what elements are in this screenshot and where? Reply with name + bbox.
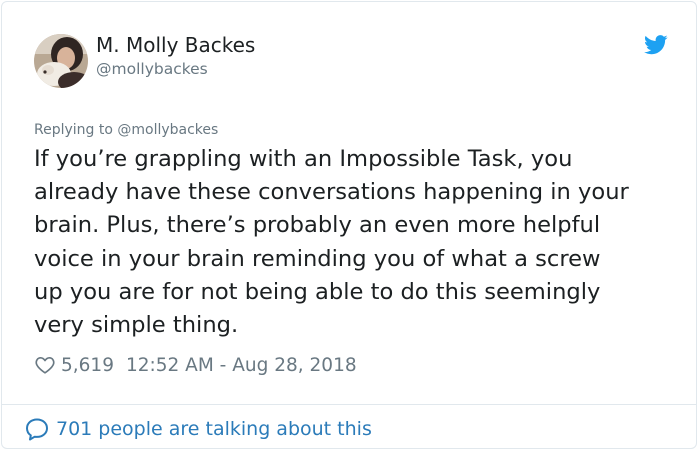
conversation-link[interactable]: 701 people are talking about this	[24, 416, 372, 442]
divider	[2, 404, 696, 405]
tweet-card: M. Molly Backes @mollybackes Replying to…	[1, 1, 697, 449]
tweet-timestamp[interactable]: 12:52 AM - Aug 28, 2018	[126, 355, 357, 376]
author-handle[interactable]: @mollybackes	[96, 60, 208, 78]
heart-icon	[34, 354, 56, 376]
like-count: 5,619	[61, 354, 114, 376]
author-name[interactable]: M. Molly Backes	[96, 33, 255, 57]
twitter-bird-icon[interactable]	[644, 35, 668, 55]
tweet-text: If you’re grappling with an Impossible T…	[34, 146, 629, 339]
like-button[interactable]: 5,619	[34, 354, 126, 376]
replying-to[interactable]: Replying to @mollybackes	[34, 122, 218, 138]
avatar[interactable]	[34, 34, 88, 88]
tweet-meta: 5,619 12:52 AM - Aug 28, 2018	[34, 352, 357, 378]
talking-count-label: 701 people are talking about this	[56, 418, 372, 440]
speech-bubble-icon	[24, 416, 50, 442]
